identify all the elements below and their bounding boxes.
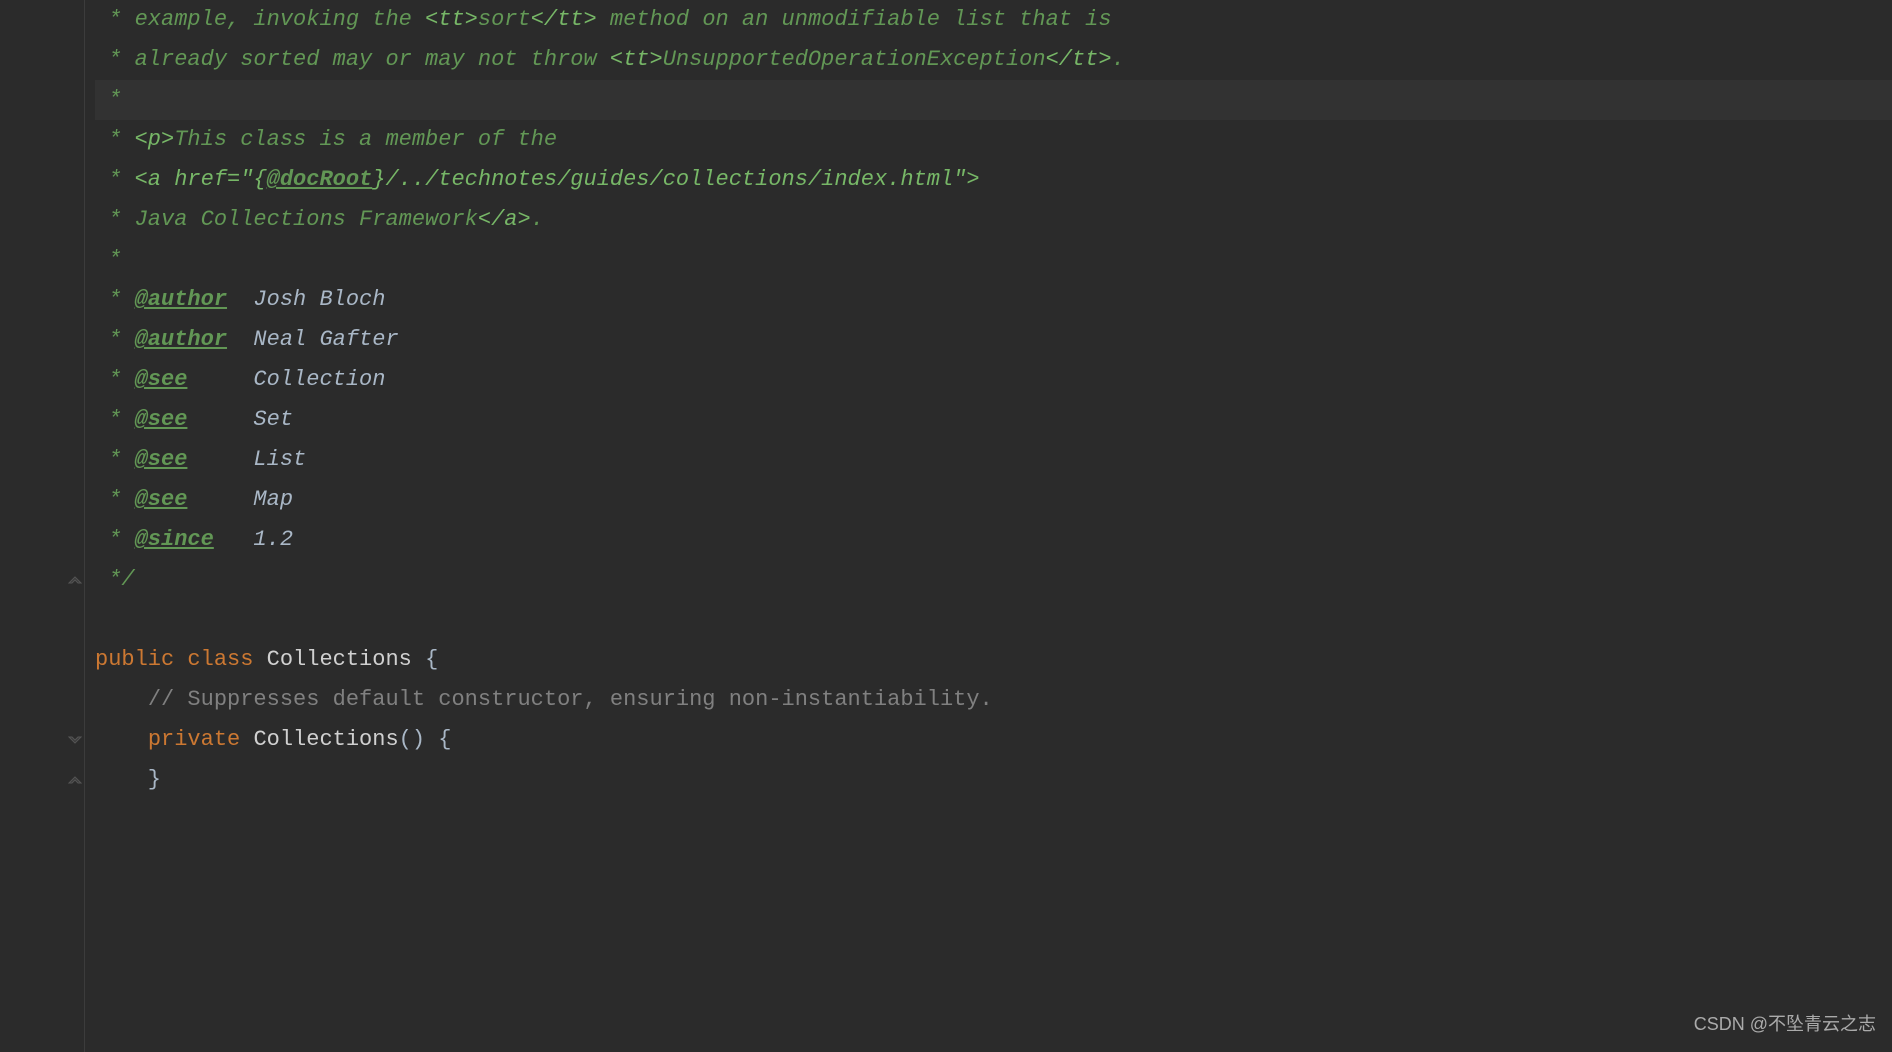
code-token: <a href="{ — [135, 160, 267, 200]
code-token: * — [95, 360, 135, 400]
code-token: * — [95, 0, 135, 40]
code-line[interactable]: * @see List — [95, 440, 1892, 480]
fold-end-icon[interactable] — [68, 573, 82, 587]
code-token: example, invoking the — [135, 0, 425, 40]
code-line[interactable]: * @since 1.2 — [95, 520, 1892, 560]
code-token: Set — [187, 400, 293, 440]
code-line[interactable]: } — [95, 760, 1892, 800]
code-token: // Suppresses default constructor, ensur… — [148, 680, 993, 720]
code-token: @since — [135, 520, 214, 560]
code-editor[interactable]: * example, invoking the <tt>sort</tt> me… — [0, 0, 1892, 1052]
code-token: */ — [95, 560, 135, 600]
code-token: method on an unmodifiable list that is — [597, 0, 1112, 40]
code-token: This class is a member of the — [174, 120, 557, 160]
code-token: @docRoot — [267, 160, 373, 200]
code-line[interactable]: private Collections() { — [95, 720, 1892, 760]
code-line[interactable]: * — [95, 240, 1892, 280]
code-token: UnsupportedOperationException — [663, 40, 1046, 80]
code-token: <p> — [135, 120, 175, 160]
code-token: Java Collections Framework — [135, 200, 478, 240]
code-token: * — [95, 240, 121, 280]
code-token: </tt> — [531, 0, 597, 40]
code-token: * — [95, 280, 135, 320]
code-token: * — [95, 120, 135, 160]
code-token: @see — [135, 480, 188, 520]
code-token: 1.2 — [214, 520, 293, 560]
code-line[interactable]: * @author Josh Bloch — [95, 280, 1892, 320]
code-token: * — [95, 80, 121, 120]
code-token: * — [95, 400, 135, 440]
code-token: Map — [187, 480, 293, 520]
code-token: () { — [399, 720, 452, 760]
code-token: } — [95, 760, 161, 800]
code-token: Josh Bloch — [227, 280, 385, 320]
code-token: * — [95, 320, 135, 360]
code-token: * — [95, 440, 135, 480]
code-token: * — [95, 520, 135, 560]
code-token: * — [95, 160, 135, 200]
code-token: @see — [135, 400, 188, 440]
code-token: . — [531, 200, 544, 240]
code-token: { — [425, 640, 438, 680]
code-token: List — [187, 440, 306, 480]
code-line[interactable]: * — [95, 80, 1892, 120]
code-token: @author — [135, 280, 227, 320]
code-token: @see — [135, 440, 188, 480]
code-token — [95, 720, 148, 760]
code-token: </tt> — [1046, 40, 1112, 80]
code-token: sort — [478, 0, 531, 40]
code-line[interactable] — [95, 600, 1892, 640]
code-line[interactable]: */ — [95, 560, 1892, 600]
code-token: * — [95, 40, 135, 80]
code-token: public class — [95, 640, 267, 680]
code-line[interactable]: * @author Neal Gafter — [95, 320, 1892, 360]
code-token: Neal Gafter — [227, 320, 399, 360]
code-area[interactable]: * example, invoking the <tt>sort</tt> me… — [85, 0, 1892, 1052]
code-line[interactable]: public class Collections { — [95, 640, 1892, 680]
fold-collapse-icon[interactable] — [68, 733, 82, 747]
code-token: already sorted may or may not throw — [135, 40, 610, 80]
gutter — [0, 0, 85, 1052]
code-line[interactable]: * @see Set — [95, 400, 1892, 440]
fold-end-icon[interactable] — [68, 773, 82, 787]
code-line[interactable]: * <p>This class is a member of the — [95, 120, 1892, 160]
watermark-text: CSDN @不坠青云之志 — [1694, 1004, 1876, 1044]
code-line[interactable]: // Suppresses default constructor, ensur… — [95, 680, 1892, 720]
code-token: Collections — [253, 720, 398, 760]
code-token: Collections — [267, 640, 425, 680]
code-token: </a> — [478, 200, 531, 240]
code-token: * — [95, 480, 135, 520]
code-token: . — [1112, 40, 1125, 80]
code-token: @author — [135, 320, 227, 360]
code-token — [95, 680, 148, 720]
code-token: * — [95, 200, 135, 240]
code-token: private — [148, 720, 254, 760]
code-token: Collection — [187, 360, 385, 400]
code-token: }/../technotes/guides/collections/index.… — [372, 160, 979, 200]
code-token: @see — [135, 360, 188, 400]
code-line[interactable]: * @see Map — [95, 480, 1892, 520]
code-line[interactable]: * already sorted may or may not throw <t… — [95, 40, 1892, 80]
code-token: <tt> — [610, 40, 663, 80]
code-line[interactable]: * <a href="{@docRoot}/../technotes/guide… — [95, 160, 1892, 200]
code-line[interactable]: * example, invoking the <tt>sort</tt> me… — [95, 0, 1892, 40]
code-token: <tt> — [425, 0, 478, 40]
code-line[interactable]: * @see Collection — [95, 360, 1892, 400]
code-line[interactable]: * Java Collections Framework</a>. — [95, 200, 1892, 240]
